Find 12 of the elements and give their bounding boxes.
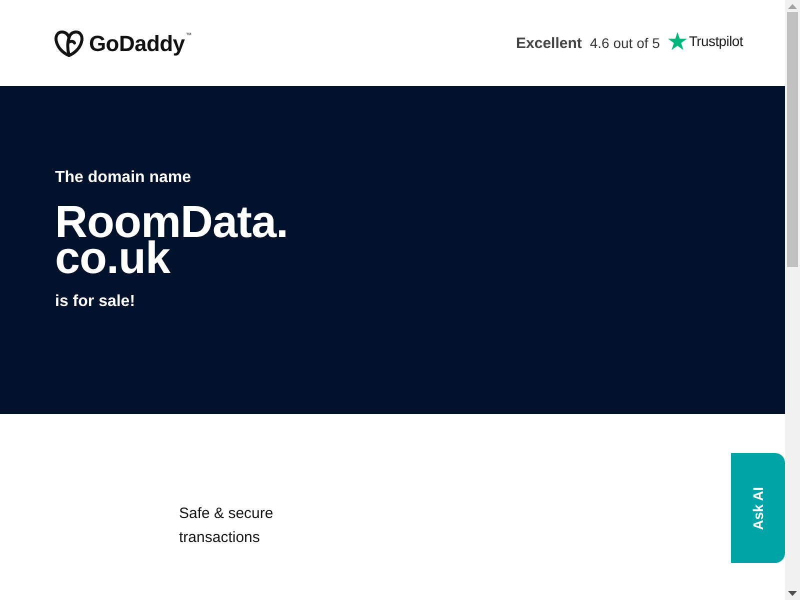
- scroll-up-icon[interactable]: [788, 4, 797, 9]
- rating-label: Excellent: [516, 34, 582, 52]
- trustpilot-link[interactable]: Trustpilot: [668, 32, 743, 50]
- scrollbar-thumb[interactable]: [787, 12, 798, 267]
- heart-logo-icon: [54, 30, 84, 57]
- domain-name-heading: RoomData. co.uk: [55, 200, 288, 278]
- rating-score: 4.6 out of 5: [590, 35, 660, 51]
- hero-eyebrow: The domain name: [55, 168, 192, 188]
- hero-tagline: is for sale!: [55, 292, 136, 312]
- feature-text: Safe & secure transactions: [179, 504, 274, 548]
- scroll-down-icon[interactable]: [788, 591, 797, 596]
- star-icon: [668, 32, 687, 50]
